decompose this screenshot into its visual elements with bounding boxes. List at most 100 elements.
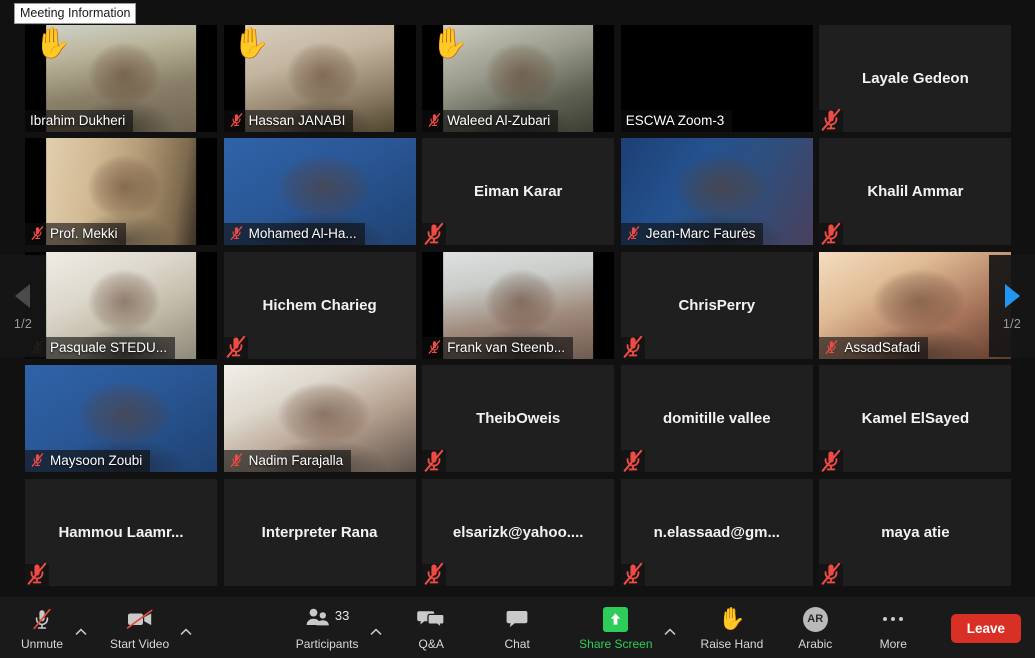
participant-name-label: Hassan JANABI [248, 113, 346, 128]
microphone-muted-icon [422, 449, 447, 473]
participant-tile[interactable]: ✋ Ibrahim Dukheri [25, 25, 217, 132]
page-indicator-left: 1/2 [13, 316, 33, 331]
participant-tile[interactable]: ✋ Waleed Al-Zubari [422, 25, 615, 132]
participant-name-label: Mohamed Al-Ha... [248, 226, 357, 242]
chat-button[interactable]: Chat [489, 602, 545, 653]
participant-name-bar: Waleed Al-Zubari [422, 110, 559, 132]
chat-bubble-icon [505, 606, 529, 632]
qa-label: Q&A [418, 637, 444, 651]
participant-tile[interactable]: Prof. Mekki [25, 138, 217, 246]
start-video-label: Start Video [110, 637, 170, 651]
interpretation-label: Arabic [798, 637, 833, 651]
participant-tile[interactable]: Interpreter Rana [223, 478, 416, 586]
participant-tile[interactable]: domitille vallee [620, 365, 813, 473]
participant-tile[interactable]: AssadSafadi [819, 251, 1012, 359]
participant-tile[interactable]: Layale Gedeon [819, 25, 1012, 132]
qa-button[interactable]: Q&A [403, 602, 459, 653]
participant-name-bar: Hassan JANABI [223, 110, 354, 132]
people-icon [305, 607, 331, 632]
participant-tile[interactable]: Mohamed Al-Ha... [223, 138, 416, 246]
participant-name-label: Frank van Steenb... [447, 339, 566, 355]
participant-name-bar: Jean-Marc Faurès [620, 223, 764, 246]
raised-hand-icon: ✋ [34, 27, 72, 60]
video-controls-group: Start Video [104, 602, 197, 653]
video-gallery-grid: ✋ Ibrahim Dukheri ✋ Hassan JANABI ✋ Waleed Al… [0, 0, 1035, 596]
participant-tile[interactable]: Hichem Charieg [223, 251, 416, 359]
video-options-chevron-up-icon[interactable] [175, 622, 197, 642]
participant-name-label: Maysoon Zoubi [50, 453, 143, 469]
participants-group: 33 Participants [289, 602, 387, 653]
triangle-right-icon [1001, 282, 1023, 310]
microphone-muted-icon [30, 225, 45, 242]
participant-name-bar: Nadim Farajalla [223, 450, 352, 473]
interpretation-language-button[interactable]: AR Arabic [787, 602, 843, 653]
tooltip-label: Meeting Information [20, 6, 131, 20]
participant-name-label: Nadim Farajalla [248, 453, 344, 469]
share-screen-label: Share Screen [579, 637, 653, 651]
participant-tile[interactable]: n.elassaad@gm... [620, 478, 813, 586]
participant-name-centered: Layale Gedeon [862, 70, 969, 87]
participant-name-label: Pasquale STEDU... [50, 339, 168, 355]
participant-name-bar: Ibrahim Dukheri [25, 110, 134, 132]
speech-bubbles-icon [417, 606, 445, 632]
participant-tile[interactable]: Maysoon Zoubi [25, 365, 217, 473]
participant-name-bar: Frank van Steenb... [422, 336, 574, 359]
participant-name-centered: ChrisPerry [678, 296, 756, 314]
interpretation-avatar-icon: AR [802, 606, 828, 632]
participant-name-label: Ibrahim Dukheri [30, 113, 126, 128]
participant-name-bar: Maysoon Zoubi [25, 450, 151, 473]
participants-button[interactable]: 33 Participants [289, 602, 365, 653]
participant-tile[interactable]: Nadim Farajalla [223, 365, 416, 473]
participant-tile[interactable]: Pasquale STEDU... [25, 251, 217, 359]
page-indicator-right: 1/2 [1002, 316, 1022, 331]
participants-label: Participants [295, 637, 359, 651]
microphone-muted-icon [819, 222, 844, 246]
raise-hand-button[interactable]: ✋ Raise Hand [695, 602, 770, 653]
participant-name-centered: maya atie [881, 523, 950, 541]
share-screen-up-arrow-icon [603, 606, 629, 632]
microphone-muted-icon [819, 562, 844, 586]
audio-options-chevron-up-icon[interactable] [70, 622, 92, 642]
participant-tile[interactable]: elsarizk@yahoo.... [422, 478, 615, 586]
microphone-muted-icon [223, 336, 248, 359]
participant-name-label: AssadSafadi [844, 339, 921, 355]
participant-name-centered: Interpreter Rana [261, 523, 378, 541]
participant-tile[interactable]: ESCWA Zoom-3 [620, 25, 813, 132]
microphone-muted-icon [30, 452, 45, 469]
participant-name-centered: n.elassaad@gm... [653, 523, 780, 541]
participant-tile[interactable]: Frank van Steenb... [422, 251, 615, 359]
participant-name-centered: Khalil Ammar [867, 183, 964, 201]
ellipsis-icon [883, 617, 904, 621]
participant-tile[interactable]: Khalil Ammar [819, 138, 1012, 246]
participant-tile[interactable]: Jean-Marc Faurès [620, 138, 813, 246]
participant-tile[interactable]: ✋ Hassan JANABI [223, 25, 416, 132]
participant-name-label: Prof. Mekki [50, 226, 118, 242]
participant-name-label: Jean-Marc Faurès [645, 226, 756, 242]
microphone-muted-icon [819, 109, 844, 132]
raised-hand-icon: ✋ [431, 27, 469, 60]
microphone-muted-icon [620, 449, 645, 473]
participant-tile[interactable]: ChrisPerry [620, 251, 813, 359]
next-page-button[interactable]: 1/2 [989, 255, 1035, 357]
audio-controls-group: Unmute [14, 602, 92, 653]
raised-hand-icon: ✋ [718, 606, 746, 631]
share-options-chevron-up-icon[interactable] [659, 622, 681, 642]
previous-page-button[interactable]: 1/2 [0, 255, 46, 357]
share-screen-button[interactable]: Share Screen [573, 602, 658, 653]
participant-tile[interactable]: Eiman Karar [422, 138, 615, 246]
more-button[interactable]: More [865, 602, 921, 653]
participant-name-label: ESCWA Zoom-3 [625, 113, 725, 128]
share-screen-group: Share Screen [573, 602, 680, 653]
participant-name-bar: Mohamed Al-Ha... [223, 223, 365, 246]
more-label: More [879, 637, 907, 651]
unmute-button[interactable]: Unmute [14, 602, 70, 653]
participant-tile[interactable]: TheibOweis [422, 365, 615, 473]
triangle-left-icon [12, 282, 34, 310]
participant-tile[interactable]: Kamel ElSayed [819, 365, 1012, 473]
unmute-label: Unmute [20, 637, 64, 651]
participants-options-chevron-up-icon[interactable] [365, 622, 387, 642]
leave-button[interactable]: Leave [950, 614, 1021, 643]
participant-tile[interactable]: maya atie [819, 478, 1012, 586]
start-video-button[interactable]: Start Video [104, 602, 175, 653]
participant-tile[interactable]: Hammou Laamr... [25, 478, 217, 586]
